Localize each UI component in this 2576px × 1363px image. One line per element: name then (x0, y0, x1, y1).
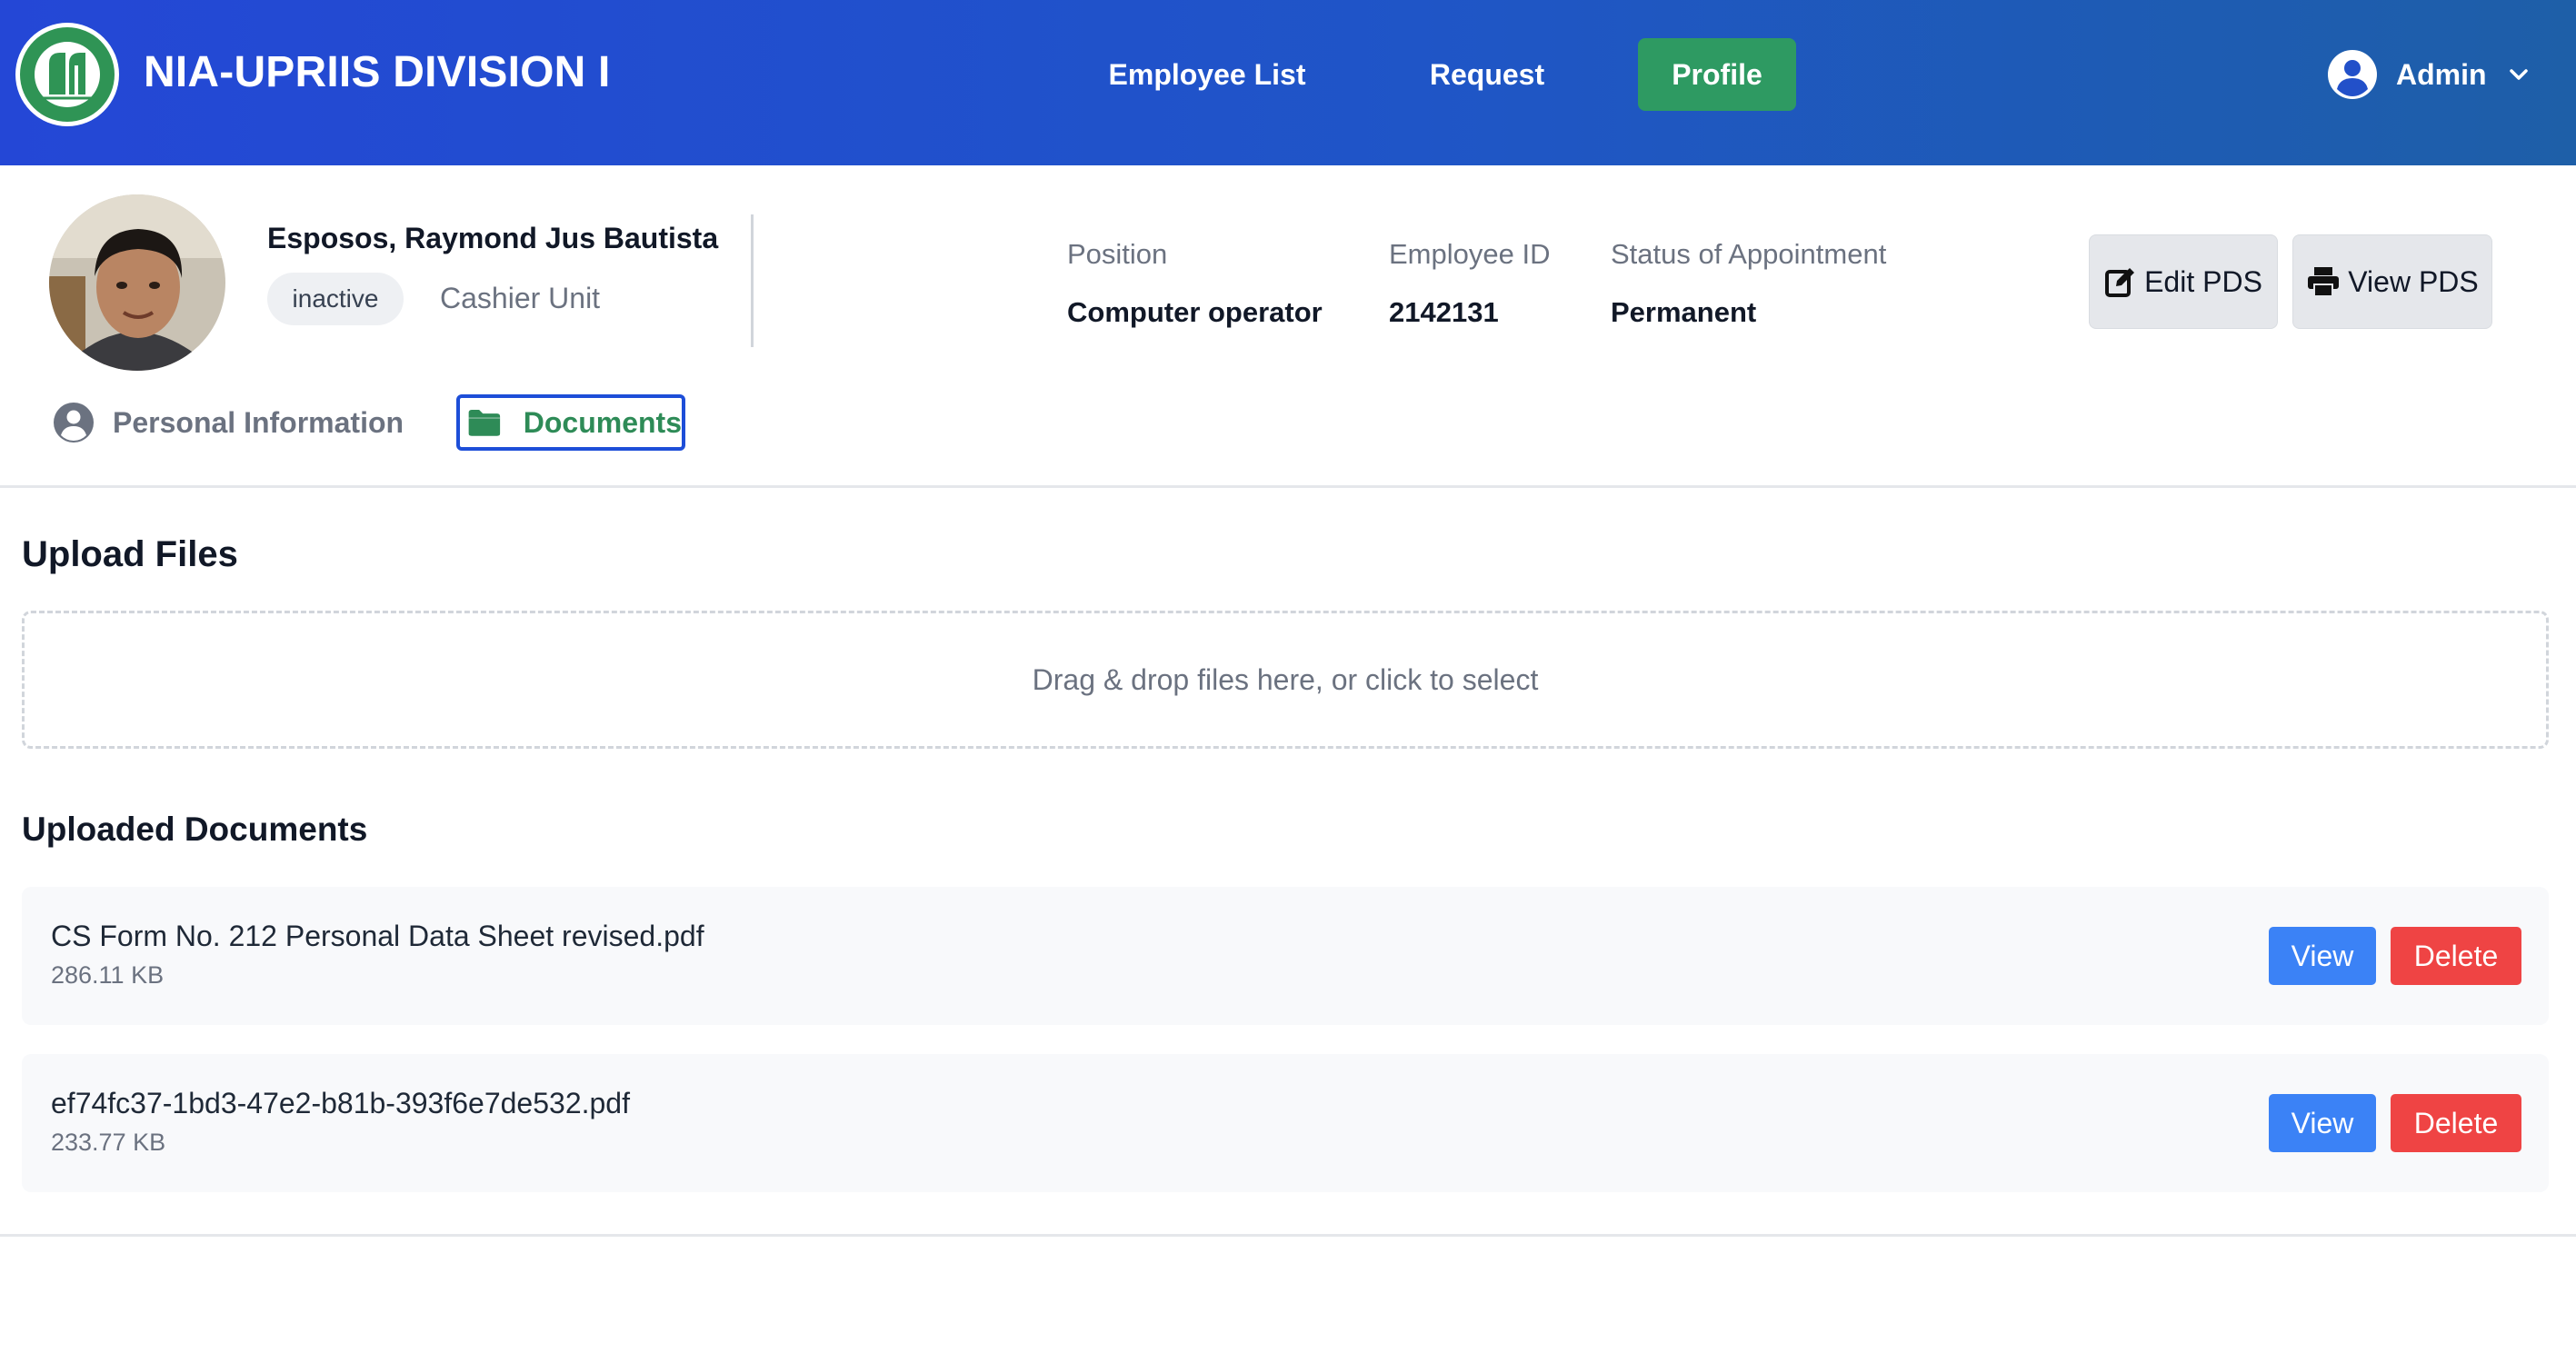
employee-unit: Cashier Unit (440, 282, 601, 314)
document-name: CS Form No. 212 Personal Data Sheet revi… (51, 920, 704, 952)
uploaded-documents-heading: Uploaded Documents (22, 811, 368, 848)
delete-document-button[interactable]: Delete (2391, 1094, 2521, 1152)
user-circle-icon (54, 403, 94, 443)
edit-pds-button[interactable]: Edit PDS (2089, 234, 2278, 329)
edit-icon (2105, 268, 2135, 297)
document-size: 233.77 KB (51, 1129, 166, 1156)
appointment-status-label: Status of Appointment (1611, 238, 1887, 270)
employee-name: Esposos, Raymond Jus Bautista (267, 222, 719, 254)
view-pds-label: View PDS (2348, 264, 2479, 298)
appointment-status-value: Permanent (1611, 296, 1757, 328)
status-badge: inactive (267, 273, 404, 325)
tab-documents-label: Documents (523, 405, 682, 439)
employee-id-value: 2142131 (1389, 296, 1499, 328)
document-size: 286.11 KB (51, 961, 165, 989)
file-dropzone[interactable]: Drag & drop files here, or click to sele… (22, 611, 2549, 749)
employee-id-label: Employee ID (1389, 238, 1551, 270)
tab-personal-label: Personal Information (113, 405, 404, 439)
view-document-button[interactable]: View (2269, 1094, 2376, 1152)
position-value: Computer operator (1067, 296, 1323, 328)
delete-document-button[interactable]: Delete (2391, 927, 2521, 985)
document-name: ef74fc37-1bd3-47e2-b81b-393f6e7de532.pdf (51, 1087, 630, 1119)
user-circle-icon (2328, 50, 2377, 99)
footer-divider (0, 1234, 2576, 1237)
upload-files-heading: Upload Files (22, 534, 238, 574)
position-label: Position (1067, 238, 1168, 270)
nia-logo[interactable] (15, 22, 120, 127)
document-item: CS Form No. 212 Personal Data Sheet revi… (22, 887, 2549, 1025)
folder-icon (468, 410, 501, 436)
top-navbar: NIA-UPRIIS DIVISION I Employee List Requ… (0, 0, 2576, 165)
chevron-down-icon (2509, 69, 2528, 80)
printer-icon (2308, 267, 2340, 297)
brand-title: NIA-UPRIIS DIVISION I (144, 48, 611, 96)
section-divider (0, 485, 2576, 488)
user-menu[interactable]: Admin (2327, 47, 2529, 102)
document-item: ef74fc37-1bd3-47e2-b81b-393f6e7de532.pdf… (22, 1054, 2549, 1192)
user-name: Admin (2396, 57, 2487, 91)
nav-request[interactable]: Request (1414, 38, 1560, 111)
vertical-divider (751, 214, 754, 347)
profile-avatar (49, 194, 225, 371)
view-pds-button[interactable]: View PDS (2292, 234, 2492, 329)
tab-personal-information[interactable]: Personal Information (53, 396, 404, 449)
nav-profile[interactable]: Profile (1638, 38, 1796, 111)
edit-pds-label: Edit PDS (2144, 264, 2262, 298)
tab-documents[interactable]: Documents (456, 394, 685, 451)
nav-employee-list[interactable]: Employee List (1091, 38, 1323, 111)
view-document-button[interactable]: View (2269, 927, 2376, 985)
